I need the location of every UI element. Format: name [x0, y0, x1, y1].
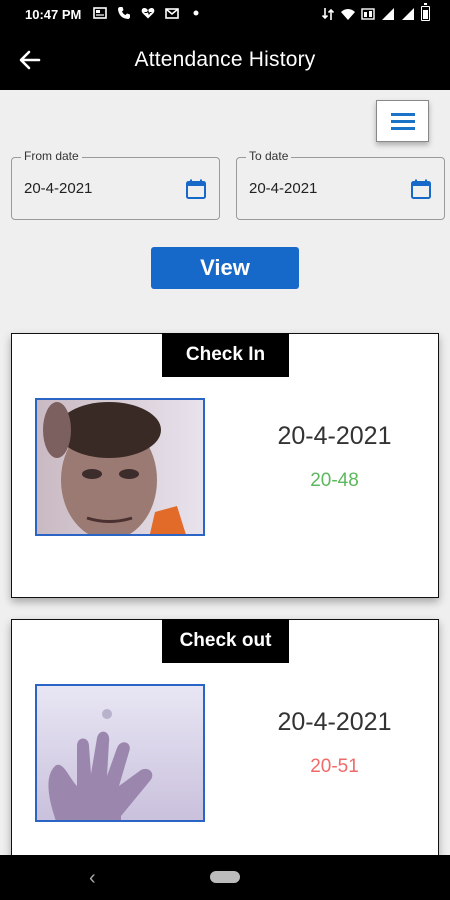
nav-back-icon[interactable]: ‹: [89, 867, 96, 890]
selfie-image: [37, 400, 203, 534]
system-icons: [321, 3, 430, 21]
calendar-icon[interactable]: [410, 178, 432, 200]
volte-icon: [361, 7, 375, 20]
status-bar: 10:47 PM: [0, 0, 450, 30]
notification-icons: [93, 6, 203, 20]
wifi-icon: [341, 8, 355, 20]
check-in-time: 20-48: [310, 470, 359, 491]
signal-icon: [382, 7, 394, 20]
check-out-card: Check out 20-4-2021 20-51: [11, 619, 439, 869]
calendar-icon[interactable]: [185, 178, 207, 200]
battery-icon: [421, 3, 430, 21]
menu-button[interactable]: [376, 100, 429, 142]
check-out-date: 20-4-2021: [277, 708, 392, 736]
from-date-field[interactable]: From date 20-4-2021: [11, 149, 220, 220]
news-icon: [93, 7, 107, 19]
hand-image: [37, 686, 203, 820]
heart-icon: [141, 7, 155, 19]
hamburger-icon: [391, 113, 415, 116]
nav-home-pill[interactable]: [210, 871, 240, 883]
to-date-label: To date: [246, 149, 292, 163]
data-arrows-icon: [321, 7, 335, 20]
gmail-icon: [165, 8, 179, 19]
check-out-photo: [35, 684, 205, 822]
check-in-photo: [35, 398, 205, 536]
page-title: Attendance History: [134, 48, 316, 71]
signal-icon-2: [402, 7, 414, 20]
check-in-date: 20-4-2021: [277, 422, 392, 450]
to-date-field[interactable]: To date 20-4-2021: [236, 149, 445, 220]
from-date-label: From date: [21, 149, 82, 163]
to-date-value: 20-4-2021: [249, 180, 318, 197]
view-button[interactable]: View: [151, 247, 299, 289]
dot-icon: [193, 10, 199, 16]
phone-icon: [118, 7, 130, 19]
status-time: 10:47 PM: [25, 7, 82, 22]
navigation-bar: ‹: [0, 855, 450, 900]
check-in-badge: Check In: [162, 333, 289, 377]
from-date-value: 20-4-2021: [24, 180, 93, 197]
app-bar: Attendance History: [0, 30, 450, 90]
check-in-card: Check In 20-4-2021 20-48: [11, 333, 439, 598]
check-out-badge: Check out: [162, 619, 289, 663]
check-out-time: 20-51: [310, 756, 359, 777]
